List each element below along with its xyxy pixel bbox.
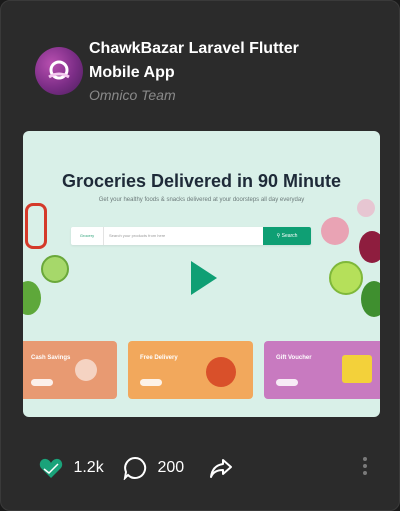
promo-card-cash-savings: Cash Savings xyxy=(23,341,117,399)
avatar[interactable] xyxy=(35,47,83,95)
more-vertical-icon[interactable] xyxy=(363,457,369,478)
search-icon: ⚲ xyxy=(276,233,281,239)
brand-logo-icon xyxy=(48,60,70,80)
promo-button xyxy=(276,379,298,386)
promo-button xyxy=(31,379,53,386)
app-card[interactable]: ChawkBazar Laravel Flutter Mobile App Om… xyxy=(0,0,400,511)
comment-icon xyxy=(123,456,147,481)
promo-label: Cash Savings xyxy=(31,355,71,361)
promo-card-gift-voucher: Gift Voucher xyxy=(264,341,380,399)
card-title[interactable]: ChawkBazar Laravel Flutter Mobile App xyxy=(89,37,339,85)
scooter-decoration xyxy=(206,357,236,387)
onion-decoration xyxy=(359,231,380,263)
hero-title: Groceries Delivered in 90 Minute xyxy=(61,171,342,191)
share-icon xyxy=(210,458,232,478)
promo-button xyxy=(140,379,162,386)
chili-decoration xyxy=(25,203,47,249)
author-name[interactable]: Omnico Team xyxy=(89,87,176,103)
search-input[interactable]: Search your products from here xyxy=(109,227,165,245)
card-header: ChawkBazar Laravel Flutter Mobile App Om… xyxy=(35,37,383,107)
search-button[interactable]: ⚲ Search xyxy=(263,227,311,245)
comment-button[interactable]: 200 xyxy=(123,455,184,481)
action-bar: 1.2k 200 xyxy=(1,451,399,485)
gift-icon xyxy=(342,355,372,383)
promo-card-free-delivery: Free Delivery xyxy=(128,341,253,399)
share-button[interactable] xyxy=(209,455,233,481)
search-bar[interactable]: Grocery Search your products from here ⚲… xyxy=(71,227,311,245)
like-count: 1.2k xyxy=(73,459,104,476)
comment-count: 200 xyxy=(157,459,185,476)
promo-label: Gift Voucher xyxy=(276,355,312,361)
lettuce-decoration xyxy=(23,281,41,315)
cucumber-decoration xyxy=(41,255,69,283)
search-category[interactable]: Grocery xyxy=(71,227,104,245)
play-icon[interactable] xyxy=(191,261,217,295)
greens-decoration xyxy=(361,281,380,317)
dragonfruit-decoration xyxy=(321,217,349,245)
search-button-label: Search xyxy=(281,233,298,239)
like-button[interactable]: 1.2k xyxy=(39,455,104,481)
video-preview[interactable]: Groceries Delivered in 90 Minute Get you… xyxy=(23,131,380,417)
lime-decoration xyxy=(329,261,363,295)
hero-subtitle: Get your healthy foods & snacks delivere… xyxy=(98,197,305,203)
promo-label: Free Delivery xyxy=(140,355,178,361)
scissors-decoration xyxy=(75,359,97,381)
heart-icon xyxy=(39,458,63,478)
